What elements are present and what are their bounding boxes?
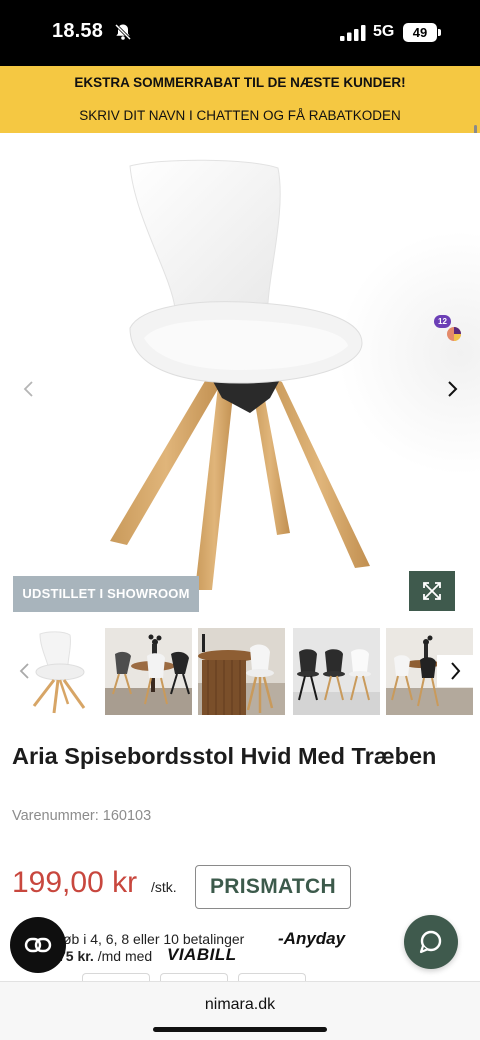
viabill-text: /md med [97, 948, 153, 964]
bell-muted-icon [114, 23, 132, 41]
link-icon [24, 937, 52, 953]
variant-option[interactable] [238, 973, 306, 981]
product-title: Aria Spisebordsstol Hvid Med Træben [12, 743, 437, 769]
zoom-button[interactable] [409, 571, 455, 611]
promo-subline: SKRIV DIT NAVN I CHATTEN OG FÅ RABATKODE… [79, 108, 401, 123]
signal-icon [340, 25, 366, 41]
variant-options [82, 973, 307, 981]
product-gallery: 12 UDSTILLET I SHOWROOM [0, 133, 480, 623]
thumbnail-dining-room[interactable] [105, 628, 192, 715]
status-bar: 18.58 5G 49 [0, 0, 480, 66]
chat-button[interactable] [404, 915, 458, 969]
product-image-chair[interactable] [100, 158, 390, 598]
chevron-left-icon[interactable] [18, 378, 40, 400]
expand-icon [423, 582, 441, 600]
promo-headline: EKSTRA SOMMERRABAT TIL DE NÆSTE KUNDER! [74, 75, 406, 90]
url-text[interactable]: nimara.dk [0, 996, 480, 1014]
showroom-badge: UDSTILLET I SHOWROOM [13, 576, 199, 612]
variant-option[interactable] [160, 973, 228, 981]
home-indicator [153, 1027, 327, 1032]
thumbnail-chair-row[interactable] [293, 628, 380, 715]
network-label: 5G [373, 23, 395, 40]
variant-option[interactable] [82, 973, 150, 981]
promo-banner[interactable]: EKSTRA SOMMERRABAT TIL DE NÆSTE KUNDER! … [0, 66, 480, 133]
thumbnail-round-table[interactable] [198, 628, 285, 715]
thumbnail-strip [0, 627, 480, 717]
battery-cap [438, 29, 441, 36]
browser-address-bar[interactable]: nimara.dk [0, 981, 480, 1040]
anyday-logo: -Anyday [278, 929, 346, 948]
sku-value: 160103 [102, 808, 152, 824]
accessibility-button[interactable] [10, 917, 66, 973]
chat-bubble-icon [419, 930, 442, 954]
sku-label: Varenummer: [12, 808, 99, 824]
product-price: 199,00 kr [12, 866, 138, 899]
prismatch-button[interactable]: PRISMATCH [195, 865, 351, 909]
anyday-label: Anyday [283, 929, 346, 948]
chevron-right-icon [451, 662, 461, 680]
widget-count-badge: 12 [434, 315, 451, 328]
battery-icon: 49 [403, 23, 437, 42]
thumbnail-prev-icon[interactable] [18, 662, 32, 680]
price-unit: /stk. [151, 879, 177, 895]
status-time: 18.58 [52, 20, 104, 42]
sku: Varenummer: 160103 [12, 808, 151, 824]
thumbnail-next-button[interactable] [437, 655, 473, 687]
chevron-right-icon[interactable] [441, 378, 463, 400]
viabill-line: 75 kr. /md med [58, 948, 152, 964]
viabill-logo: VIABILL [167, 945, 237, 964]
